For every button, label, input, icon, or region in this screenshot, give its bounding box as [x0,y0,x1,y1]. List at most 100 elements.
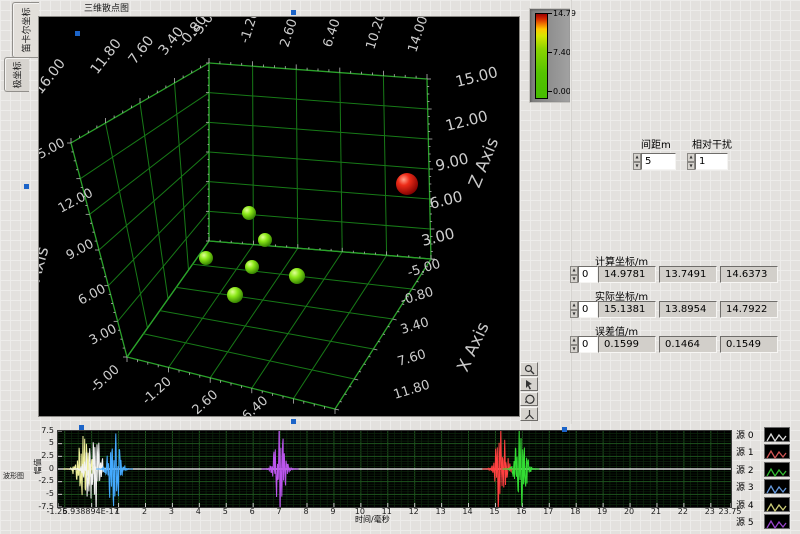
legend-item-0[interactable]: 源 0 [736,427,790,442]
selection-handle[interactable] [75,31,80,36]
3d-axis-tick [417,282,419,283]
selection-handle[interactable] [291,419,296,424]
scatter-point-green[interactable] [242,206,256,220]
index-input[interactable]: 0 [578,336,598,353]
x-axis-tick-label: 11.80 [392,378,432,403]
legend-waveform-icon [764,427,790,442]
legend-item-5[interactable]: 源 5 [736,514,790,529]
x-axis-tick-label: 7.60 [396,347,428,370]
3d-grid-line [209,93,428,109]
wave-xtick-label: 1 [115,507,120,516]
spacing-input[interactable]: 5 [641,153,676,170]
interference-control[interactable]: ▲▼ 1 [687,153,728,170]
spacing-spinner[interactable]: ▲▼ [633,153,641,170]
legend-label: 源 3 [736,480,760,493]
wave-ytick-label: 5 [32,438,54,447]
x-top-tick-label: 6.40 [321,17,344,49]
readout-index-control[interactable]: ▲▼0 [570,301,598,318]
pan-tool-button[interactable] [520,377,538,391]
wave-xtick-label: 14 [462,507,472,516]
increment-icon[interactable]: ▲ [570,301,578,310]
3d-grid-line [176,287,392,319]
readout-value: 14.9781 [598,266,656,283]
3d-axis-tick [349,387,351,388]
index-spinner[interactable]: ▲▼ [570,266,578,283]
waveform-plot-canvas[interactable] [57,430,732,508]
decrement-icon[interactable]: ▼ [687,162,695,171]
scatter-point-red[interactable] [396,173,418,195]
readout-value: 0.1549 [720,336,778,353]
wave-xtick-label: 5 [223,507,228,516]
3d-grid-line [160,311,374,349]
legend-waveform-icon [764,479,790,494]
readout-value: 13.7491 [659,266,717,283]
wave-xtick-label: 4 [196,507,201,516]
increment-icon[interactable]: ▲ [570,266,578,275]
tab-polar-coordinates[interactable]: 极坐标 [4,57,29,92]
x-axis-tick-label: 3.40 [399,315,431,338]
x-top-tick-label: 2.60 [278,17,301,49]
index-spinner[interactable]: ▲▼ [570,301,578,318]
waveform-graph-label: 波形图 [3,471,24,481]
legend-item-4[interactable]: 源 4 [736,497,790,512]
selection-handle[interactable] [24,184,29,189]
x-top-tick-label: -1.20 [238,17,263,45]
tab-polar-label: 极坐标 [11,61,24,88]
increment-icon[interactable]: ▲ [633,153,641,162]
selection-handle[interactable] [79,425,84,430]
3d-axis-tick [359,372,361,373]
index-input[interactable]: 0 [578,301,598,318]
legend-waveform-icon [764,514,790,529]
index-input[interactable]: 0 [578,266,598,283]
decrement-icon[interactable]: ▼ [570,345,578,354]
spacing-control[interactable]: ▲▼ 5 [633,153,676,170]
index-spinner[interactable]: ▲▼ [570,336,578,353]
3d-axis-tick [378,342,380,343]
3d-grid-line [169,245,254,368]
increment-icon[interactable]: ▲ [570,336,578,345]
wave-xtick-label: 23 [705,507,715,516]
selection-handle[interactable] [291,10,296,15]
3d-plot-canvas[interactable]: 15.0012.009.006.003.00-5.00-0.803.407.60… [39,17,519,416]
interference-spinner[interactable]: ▲▼ [687,153,695,170]
scatter-point-green[interactable] [258,233,272,247]
legend-item-3[interactable]: 源 3 [736,479,790,494]
color-ramp [535,13,548,99]
wave-ytick-label: 0 [32,464,54,473]
y-axis-tick-label: 7.60 [126,33,158,67]
scatter-point-green[interactable] [245,260,259,274]
legend-waveform-icon [764,497,790,512]
3d-axis-tick [369,357,371,358]
interference-input[interactable]: 1 [695,153,728,170]
scatter-point-green[interactable] [227,287,243,303]
axes-tool-button[interactable] [520,407,538,421]
wave-xtick-label: 8 [303,507,308,516]
zoom-tool-button[interactable] [520,362,538,376]
z-axis-left-tick-label: 15.00 [39,136,68,167]
wave-xtick-label: 9 [330,507,335,516]
tab-cartesian-coordinates[interactable]: 笛卡尔坐标 [12,2,39,58]
readout-index-control[interactable]: ▲▼0 [570,336,598,353]
readout-index-control[interactable]: ▲▼0 [570,266,598,283]
scatter-point-green[interactable] [199,251,213,265]
3d-grid-line [99,152,209,250]
rotate-tool-icon [524,394,535,405]
wave-xtick-label: 19 [597,507,607,516]
decrement-icon[interactable]: ▼ [633,162,641,171]
y-bottom-tick-label: 6.40 [240,393,272,416]
scatter-point-green[interactable] [289,268,305,284]
decrement-icon[interactable]: ▼ [570,310,578,319]
increment-icon[interactable]: ▲ [687,153,695,162]
selection-handle[interactable] [562,427,567,432]
legend-item-2[interactable]: 源 2 [736,462,790,477]
legend-item-1[interactable]: 源 1 [736,444,790,459]
decrement-icon[interactable]: ▼ [570,275,578,284]
wave-xtick-label: 6 [250,507,255,516]
wave-xtick-label: 3 [169,507,174,516]
3d-axis-tick [345,394,347,395]
wave-xtick-label: 7 [277,507,282,516]
3d-scatter-plot[interactable]: 15.0012.009.006.003.00-5.00-0.803.407.60… [38,16,520,417]
y-bottom-tick-label: -5.00 [88,362,123,396]
rotate-tool-button[interactable] [520,392,538,406]
z-axis-tick-label: 15.00 [454,63,500,91]
